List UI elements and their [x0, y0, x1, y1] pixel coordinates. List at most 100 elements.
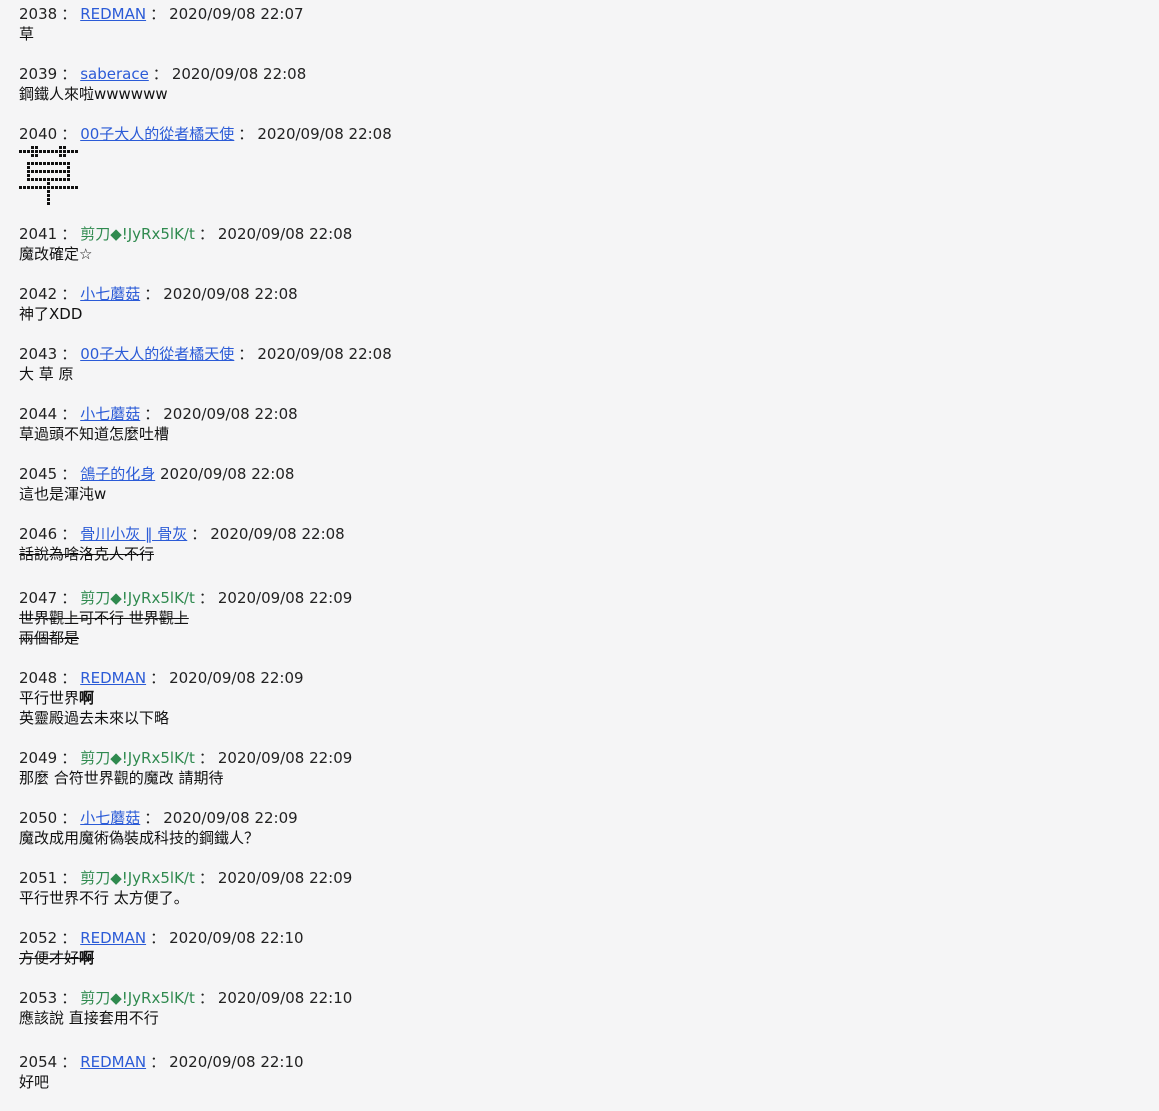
ascii-art-dot — [43, 190, 46, 193]
post-text: 那麼 合符世界觀的魔改 請期待 — [19, 769, 224, 787]
ascii-art-dot — [55, 170, 58, 173]
ascii-art-dot — [31, 162, 34, 165]
ascii-art-dot — [31, 198, 34, 201]
post-date: 2020/09/08 22:09 — [217, 869, 353, 887]
poster-name[interactable]: 小七蘑菇 — [80, 809, 140, 827]
poster-name[interactable]: saberace — [80, 65, 149, 83]
post-body-line: 魔改確定☆ — [19, 244, 352, 264]
ascii-art-dot — [63, 146, 66, 149]
ascii-art-dot — [55, 198, 58, 201]
ascii-art-dot — [67, 170, 70, 173]
ascii-art-dot — [39, 190, 42, 193]
ascii-art-dot — [47, 182, 50, 185]
post-date: 2020/09/08 22:09 — [163, 809, 298, 827]
ascii-art-dot — [19, 162, 22, 165]
separator: ： — [144, 809, 160, 827]
ascii-art-dot — [67, 186, 70, 189]
post-header: 2051：剪刀◆!JyRx5lK/t： 2020/09/08 22:09 — [19, 868, 352, 888]
ascii-art-dot — [51, 198, 54, 201]
ascii-art-dot — [39, 186, 42, 189]
separator: ： — [238, 345, 254, 363]
post-text: 好吧 — [19, 1073, 50, 1091]
post-header: 2052： REDMAN： 2020/09/08 22:10 — [19, 928, 304, 948]
separator: ： — [61, 669, 77, 687]
ascii-art-dot — [27, 158, 30, 161]
post-header: 2046：骨川小灰 ‖ 骨灰： 2020/09/08 22:08 — [19, 524, 345, 544]
ascii-art-dot — [67, 158, 70, 161]
ascii-art-dot — [27, 166, 30, 169]
post-date: 2020/09/08 22:09 — [217, 589, 353, 607]
ascii-art-dot — [31, 154, 34, 157]
ascii-art-dot — [59, 202, 62, 205]
post-body-line: 英靈殿過去未來以下略 — [19, 708, 304, 728]
poster-name[interactable]: 骨川小灰 ‖ 骨灰 — [80, 525, 187, 543]
ascii-art-dot — [35, 202, 38, 205]
ascii-art-dot — [63, 174, 66, 177]
ascii-art-dot — [19, 166, 22, 169]
post-date: 2020/09/08 22:09 — [169, 669, 304, 687]
ascii-art-dot — [43, 166, 46, 169]
poster-name[interactable]: REDMAN — [80, 929, 146, 947]
ascii-art-dot — [47, 146, 50, 149]
ascii-art-dot — [59, 146, 62, 149]
ascii-art-dot — [23, 198, 26, 201]
post-text: 話說為啥洛克人不行 — [19, 545, 155, 563]
ascii-art-dot — [23, 190, 26, 193]
ascii-art-dot — [39, 154, 42, 157]
post-header: 2039： saberace： 2020/09/08 22:08 — [19, 64, 306, 84]
post-number: 2050 — [19, 809, 58, 827]
post-text: 魔改確定☆ — [19, 245, 93, 263]
poster-name[interactable]: REDMAN — [80, 5, 146, 23]
post-text: 方便才好 — [19, 949, 80, 967]
post: 2052： REDMAN： 2020/09/08 22:10 方便才好啊 — [19, 928, 304, 968]
ascii-art-dot — [63, 182, 66, 185]
poster-name[interactable]: 小七蘑菇 — [80, 285, 140, 303]
ascii-art-dot — [19, 158, 22, 161]
ascii-art-dot — [63, 190, 66, 193]
ascii-art-dot — [27, 162, 30, 165]
ascii-art-kusa-image — [19, 146, 79, 206]
ascii-art-dot — [75, 174, 78, 177]
ascii-art-dot — [51, 146, 54, 149]
ascii-art-dot — [23, 202, 26, 205]
ascii-art-dot — [71, 202, 74, 205]
ascii-art-dot — [51, 170, 54, 173]
post-header: 2045：鴿子的化身 2020/09/08 22:08 — [19, 464, 294, 484]
ascii-art-dot — [59, 170, 62, 173]
ascii-art-dot — [19, 198, 22, 201]
ascii-art-dot — [59, 154, 62, 157]
ascii-art-dot — [55, 162, 58, 165]
poster-name[interactable]: 00子大人的從者橘天使 — [80, 125, 234, 143]
ascii-art-dot — [59, 162, 62, 165]
poster-name[interactable]: REDMAN — [80, 1053, 146, 1071]
post-text: 魔改成用魔術偽裝成科技的鋼鐵人？ — [19, 829, 260, 847]
post-text: 英靈殿過去未來以下略 — [19, 709, 170, 727]
poster-name[interactable]: 小七蘑菇 — [80, 405, 140, 423]
ascii-art-dot — [59, 194, 62, 197]
post-header: 2038： REDMAN： 2020/09/08 22:07 — [19, 4, 304, 24]
post: 2041：剪刀◆!JyRx5lK/t： 2020/09/08 22:08 魔改確定☆ — [19, 224, 352, 264]
separator: ： — [61, 345, 77, 363]
ascii-art-dot — [31, 202, 34, 205]
separator: ： — [150, 1053, 166, 1071]
poster-name[interactable]: 00子大人的從者橘天使 — [80, 345, 234, 363]
poster-name[interactable]: 鴿子的化身 — [80, 465, 155, 483]
ascii-art-dot — [27, 202, 30, 205]
separator: ： — [198, 589, 214, 607]
ascii-art-dot — [43, 198, 46, 201]
ascii-art-dot — [27, 170, 30, 173]
post-body-line: 方便才好啊 — [19, 948, 304, 968]
ascii-art-dot — [75, 202, 78, 205]
ascii-art-dot — [19, 154, 22, 157]
ascii-art-dot — [63, 186, 66, 189]
post-body-line: 話說為啥洛克人不行 — [19, 544, 345, 564]
poster-name[interactable]: REDMAN — [80, 669, 146, 687]
ascii-art-dot — [35, 154, 38, 157]
ascii-art-dot — [55, 202, 58, 205]
separator: ： — [150, 929, 166, 947]
post-header: 2042：小七蘑菇： 2020/09/08 22:08 — [19, 284, 298, 304]
ascii-art-dot — [75, 198, 78, 201]
post-date: 2020/09/08 22:08 — [210, 525, 345, 543]
ascii-art-dot — [47, 162, 50, 165]
ascii-art-dot — [27, 154, 30, 157]
